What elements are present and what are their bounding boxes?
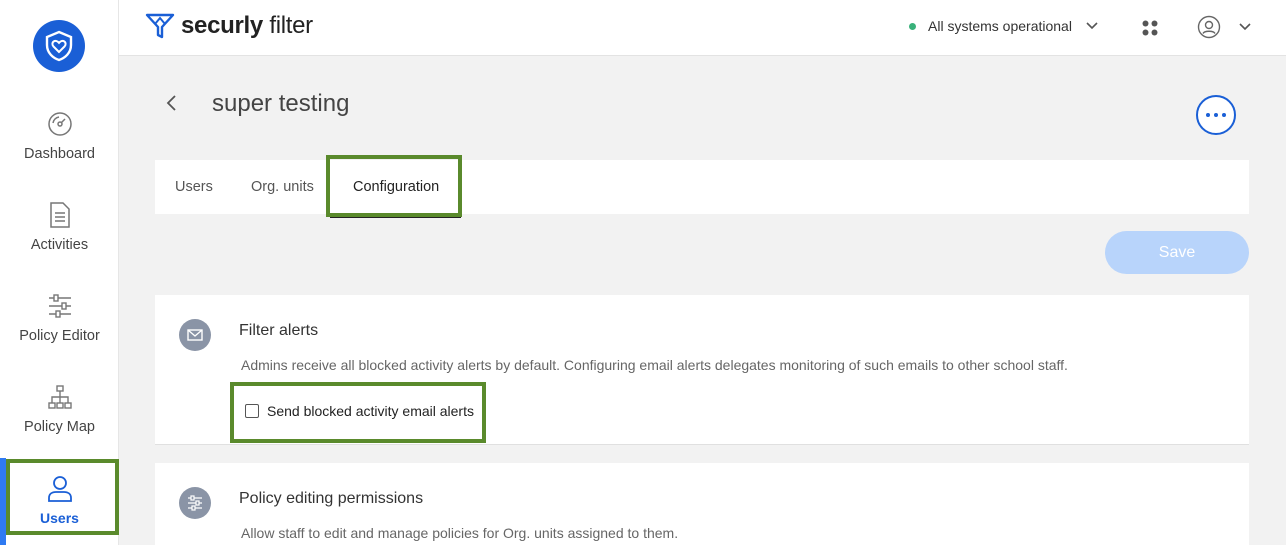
- apps-grid-button[interactable]: [1141, 19, 1159, 42]
- sliders-icon: [46, 292, 74, 320]
- tab-bar: Users Org. units Configuration: [155, 160, 1249, 214]
- dashboard-gauge-icon: [46, 110, 74, 138]
- sidebar-item-policy-editor[interactable]: Policy Editor: [0, 282, 119, 364]
- hierarchy-icon: [46, 383, 74, 411]
- tab-users[interactable]: Users: [175, 160, 213, 214]
- tab-org-units[interactable]: Org. units: [251, 160, 314, 214]
- highlight-box-users: [6, 459, 119, 535]
- more-options-button[interactable]: [1196, 95, 1236, 135]
- sliders-icon: [179, 487, 211, 519]
- shield-heart-icon: [45, 30, 73, 62]
- brand-name-light: filter: [262, 12, 313, 39]
- more-dot: [1214, 113, 1218, 117]
- sidebar-item-label: Policy Map: [24, 419, 95, 435]
- policy-permissions-card: Policy editing permissions Allow staff t…: [155, 463, 1249, 545]
- chevron-down-icon: [1086, 22, 1098, 30]
- highlight-box-checkbox: [230, 382, 486, 443]
- chevron-left-icon: [166, 95, 176, 111]
- system-status-dropdown[interactable]: All systems operational: [909, 18, 1098, 34]
- filter-alerts-title: Filter alerts: [239, 322, 319, 339]
- sidebar-item-dashboard[interactable]: Dashboard: [0, 100, 119, 182]
- securly-shield-logo[interactable]: [33, 20, 85, 72]
- more-dot: [1222, 113, 1226, 117]
- back-button[interactable]: [163, 93, 179, 118]
- filter-alerts-description: Admins receive all blocked activity aler…: [241, 357, 1068, 373]
- status-dot: [909, 22, 916, 30]
- apps-grid-icon: [1142, 20, 1158, 36]
- mail-icon: [179, 319, 211, 351]
- status-text: All systems operational: [928, 18, 1072, 34]
- sidebar-item-label: Policy Editor: [19, 328, 100, 344]
- more-dot: [1206, 113, 1210, 117]
- brand-name-bold: securly: [181, 12, 263, 39]
- save-button[interactable]: Save: [1105, 231, 1249, 274]
- brand[interactable]: securly filter: [145, 12, 313, 40]
- policy-permissions-title: Policy editing permissions: [239, 490, 424, 507]
- sidebar-item-label: Dashboard: [24, 146, 95, 162]
- user-avatar-icon: [1197, 15, 1221, 39]
- securly-filter-logo-icon: [145, 13, 175, 39]
- document-icon: [46, 201, 74, 229]
- policy-permissions-description: Allow staff to edit and manage policies …: [241, 525, 679, 541]
- profile-menu[interactable]: [1197, 15, 1251, 39]
- sidebar-item-policy-map[interactable]: Policy Map: [0, 373, 119, 455]
- page-title: super testing: [212, 90, 350, 117]
- chevron-down-icon: [1239, 23, 1251, 31]
- sidebar-item-label: Activities: [30, 237, 89, 253]
- highlight-box-configuration: [326, 155, 462, 217]
- top-header: securly filter All systems operational: [119, 0, 1286, 56]
- sidebar-item-activities[interactable]: Activities: [0, 191, 119, 273]
